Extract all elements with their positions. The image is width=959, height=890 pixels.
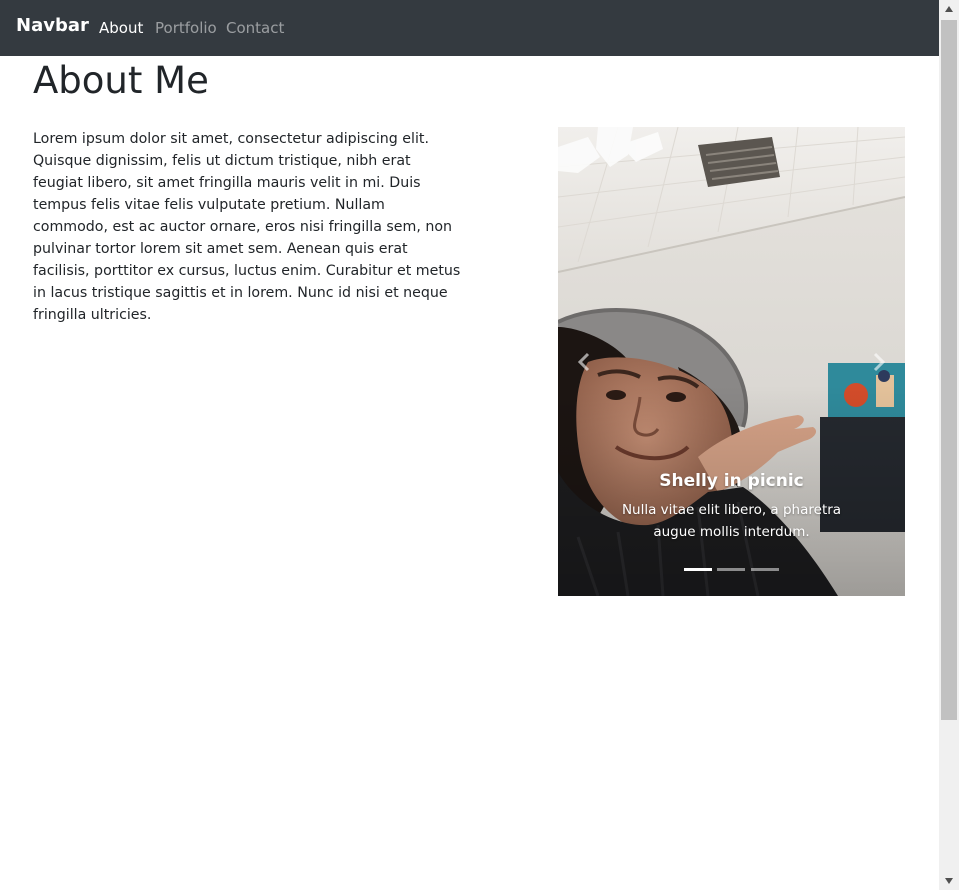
about-paragraph: Lorem ipsum dolor sit amet, consectetur … [33,131,461,323]
triangle-down-icon [945,878,953,884]
caption-title: Shelly in picnic [659,471,804,491]
carousel-indicators [683,568,783,574]
nav-link-about[interactable]: About [99,19,143,37]
navbar-brand[interactable]: Navbar [16,15,89,36]
scroll-up-button[interactable] [939,0,959,18]
chevron-right-icon [873,352,886,372]
vertical-scrollbar[interactable] [939,0,959,890]
nav-link-contact[interactable]: Contact [226,19,284,37]
page-title: About Me [33,59,209,102]
photo-carousel: Shelly in picnic Nulla vitae elit libero… [558,127,905,596]
carousel-next-button[interactable] [845,127,905,596]
scroll-down-button[interactable] [939,872,959,890]
carousel-indicator-2[interactable] [717,568,745,571]
triangle-up-icon [945,6,953,12]
scroll-thumb[interactable] [941,20,957,720]
page: Navbar About Portfolio Contact About Me … [0,0,939,890]
nav-link-portfolio[interactable]: Portfolio [155,19,217,37]
chevron-left-icon [577,352,590,372]
carousel-indicator-3[interactable] [751,568,779,571]
navbar: Navbar About Portfolio Contact [0,0,939,56]
carousel-caption: Shelly in picnic Nulla vitae elit libero… [610,469,853,543]
carousel-indicator-1[interactable] [684,568,712,571]
carousel-prev-button[interactable] [558,127,618,596]
caption-text: Nulla vitae elit libero, a pharetra augu… [621,502,842,540]
